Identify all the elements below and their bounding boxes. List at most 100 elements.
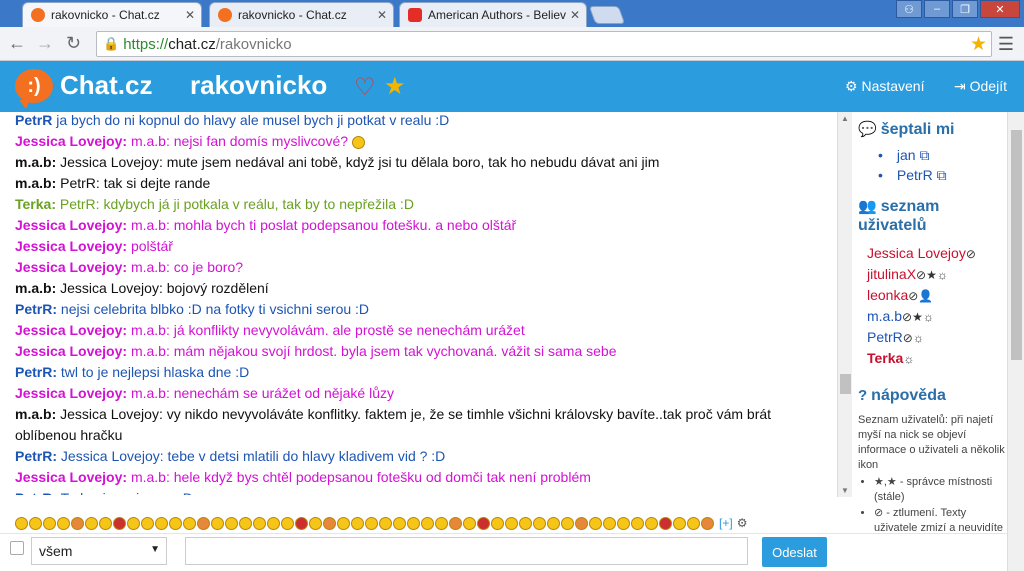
browser-tab-1[interactable]: rakovnicko - Chat.cz ✕ <box>22 2 202 27</box>
browser-menu-icon[interactable]: ☰ <box>998 34 1014 55</box>
emoticon-icon[interactable] <box>533 516 546 530</box>
emoticon-icon[interactable] <box>491 516 504 530</box>
message-nick[interactable]: Jessica Lovejoy: <box>15 385 127 401</box>
message-nick[interactable]: m.a.b: <box>15 280 56 296</box>
scroll-down-icon[interactable]: ▼ <box>841 486 849 495</box>
emoticon-icon[interactable] <box>225 516 238 530</box>
close-tab-icon[interactable]: ✕ <box>377 8 387 22</box>
user-nick[interactable]: PetrR <box>867 329 903 345</box>
emoticon-icon[interactable] <box>687 516 700 530</box>
message-nick[interactable]: Jessica Lovejoy: <box>15 238 127 254</box>
message-nick[interactable]: m.a.b: <box>15 154 56 170</box>
emoticon-icon[interactable] <box>463 516 476 530</box>
user-nick[interactable]: m.a.b <box>867 308 902 324</box>
emoticon-icon[interactable] <box>589 516 602 530</box>
message-nick[interactable]: Jessica Lovejoy: <box>15 259 127 275</box>
chat-logo-icon[interactable]: :) <box>15 69 53 109</box>
emoticon-icon[interactable] <box>323 516 336 530</box>
profile-icon[interactable]: ⚇ <box>896 0 922 18</box>
emoticon-settings-icon[interactable]: ⚙ <box>737 516 748 530</box>
minimize-icon[interactable]: – <box>924 0 950 18</box>
message-nick[interactable]: Jessica Lovejoy: <box>15 343 127 359</box>
close-window-icon[interactable]: ✕ <box>980 0 1020 18</box>
user-list-item[interactable]: Jessica Lovejoy⊘ <box>867 243 1007 264</box>
whisper-checkbox[interactable] <box>10 541 24 555</box>
sidebar-scrollbar[interactable] <box>1007 112 1024 571</box>
emoticon-icon[interactable] <box>477 516 490 530</box>
emoticon-icon[interactable] <box>127 516 140 530</box>
more-emoticons-button[interactable]: [+] <box>719 516 733 530</box>
sidebar-scroll-thumb[interactable] <box>1011 130 1022 360</box>
maximize-icon[interactable]: ❐ <box>952 0 978 18</box>
star-icon[interactable]: ★ <box>384 72 406 101</box>
message-nick[interactable]: Jessica Lovejoy: <box>15 469 127 485</box>
emoticon-icon[interactable] <box>547 516 560 530</box>
user-nick[interactable]: Jessica Lovejoy <box>867 245 966 261</box>
emoticon-icon[interactable] <box>575 516 588 530</box>
user-list-item[interactable]: leonka⊘👤 <box>867 285 1007 306</box>
emoticon-icon[interactable] <box>603 516 616 530</box>
emoticon-icon[interactable] <box>155 516 168 530</box>
emoticon-icon[interactable] <box>85 516 98 530</box>
emoticon-icon[interactable] <box>253 516 266 530</box>
emoticon-icon[interactable] <box>169 516 182 530</box>
site-name[interactable]: Chat.cz <box>60 70 152 101</box>
close-tab-icon[interactable]: ✕ <box>570 8 580 22</box>
emoticon-icon[interactable] <box>421 516 434 530</box>
scroll-thumb[interactable] <box>840 374 851 394</box>
heart-icon[interactable]: ♡ <box>354 73 376 102</box>
user-nick[interactable]: leonka <box>867 287 908 303</box>
user-list-item[interactable]: PetrR⊘☼ <box>867 327 1007 348</box>
emoticon-icon[interactable] <box>505 516 518 530</box>
emoticon-icon[interactable] <box>295 516 308 530</box>
message-nick[interactable]: Jessica Lovejoy: <box>15 133 127 149</box>
emoticon-icon[interactable] <box>393 516 406 530</box>
emoticon-icon[interactable] <box>701 516 714 530</box>
browser-tab-2[interactable]: rakovnicko - Chat.cz ✕ <box>209 2 394 27</box>
message-nick[interactable]: PetrR: <box>15 364 57 380</box>
emoticon-icon[interactable] <box>29 516 42 530</box>
emoticon-icon[interactable] <box>211 516 224 530</box>
message-input[interactable] <box>185 537 748 565</box>
emoticon-icon[interactable] <box>435 516 448 530</box>
emoticon-icon[interactable] <box>309 516 322 530</box>
new-tab-button[interactable] <box>588 6 626 24</box>
bookmark-star-icon[interactable]: ★ <box>970 33 987 56</box>
close-tab-icon[interactable]: ✕ <box>185 8 195 22</box>
emoticon-icon[interactable] <box>337 516 350 530</box>
message-nick[interactable]: PetrR: <box>15 301 57 317</box>
settings-link[interactable]: ⚙ Nastavení <box>845 78 925 95</box>
back-icon[interactable]: ← <box>8 33 26 54</box>
user-list-item[interactable]: jitulinaX⊘★☼ <box>867 264 1007 285</box>
emoticon-icon[interactable] <box>197 516 210 530</box>
logout-link[interactable]: ⇥ Odejít <box>954 78 1007 95</box>
emoticon-icon[interactable] <box>631 516 644 530</box>
emoticon-icon[interactable] <box>239 516 252 530</box>
message-nick[interactable]: m.a.b: <box>15 406 56 422</box>
emoticon-icon[interactable] <box>183 516 196 530</box>
browser-tab-3[interactable]: American Authors - Believer ✕ <box>399 2 587 27</box>
emoticon-icon[interactable] <box>15 516 28 530</box>
emoticon-icon[interactable] <box>561 516 574 530</box>
message-nick[interactable]: m.a.b: <box>15 175 56 191</box>
forward-icon[interactable]: → <box>36 33 54 54</box>
emoticon-icon[interactable] <box>379 516 392 530</box>
message-nick[interactable]: Jessica Lovejoy: <box>15 322 127 338</box>
emoticon-icon[interactable] <box>351 516 364 530</box>
chat-scrollbar[interactable]: ▲ ▼ <box>837 112 852 497</box>
emoticon-icon[interactable] <box>659 516 672 530</box>
whispered-user[interactable]: jan ⧉ <box>882 145 1007 165</box>
user-list-item[interactable]: Terka☼ <box>867 348 1007 369</box>
whispered-user[interactable]: PetrR ⧉ <box>882 165 1007 185</box>
send-button[interactable]: Odeslat <box>762 537 827 567</box>
emoticon-icon[interactable] <box>281 516 294 530</box>
emoticon-icon[interactable] <box>267 516 280 530</box>
user-nick[interactable]: Terka <box>867 350 903 366</box>
user-nick[interactable]: jitulinaX <box>867 266 916 282</box>
message-nick[interactable]: PetrR <box>15 112 52 128</box>
address-bar[interactable]: 🔒 https:// chat.cz /rakovnicko ★ <box>96 31 992 57</box>
emoticon-icon[interactable] <box>519 516 532 530</box>
emoticon-icon[interactable] <box>407 516 420 530</box>
reload-icon[interactable]: ↻ <box>66 33 81 54</box>
emoticon-icon[interactable] <box>71 516 84 530</box>
